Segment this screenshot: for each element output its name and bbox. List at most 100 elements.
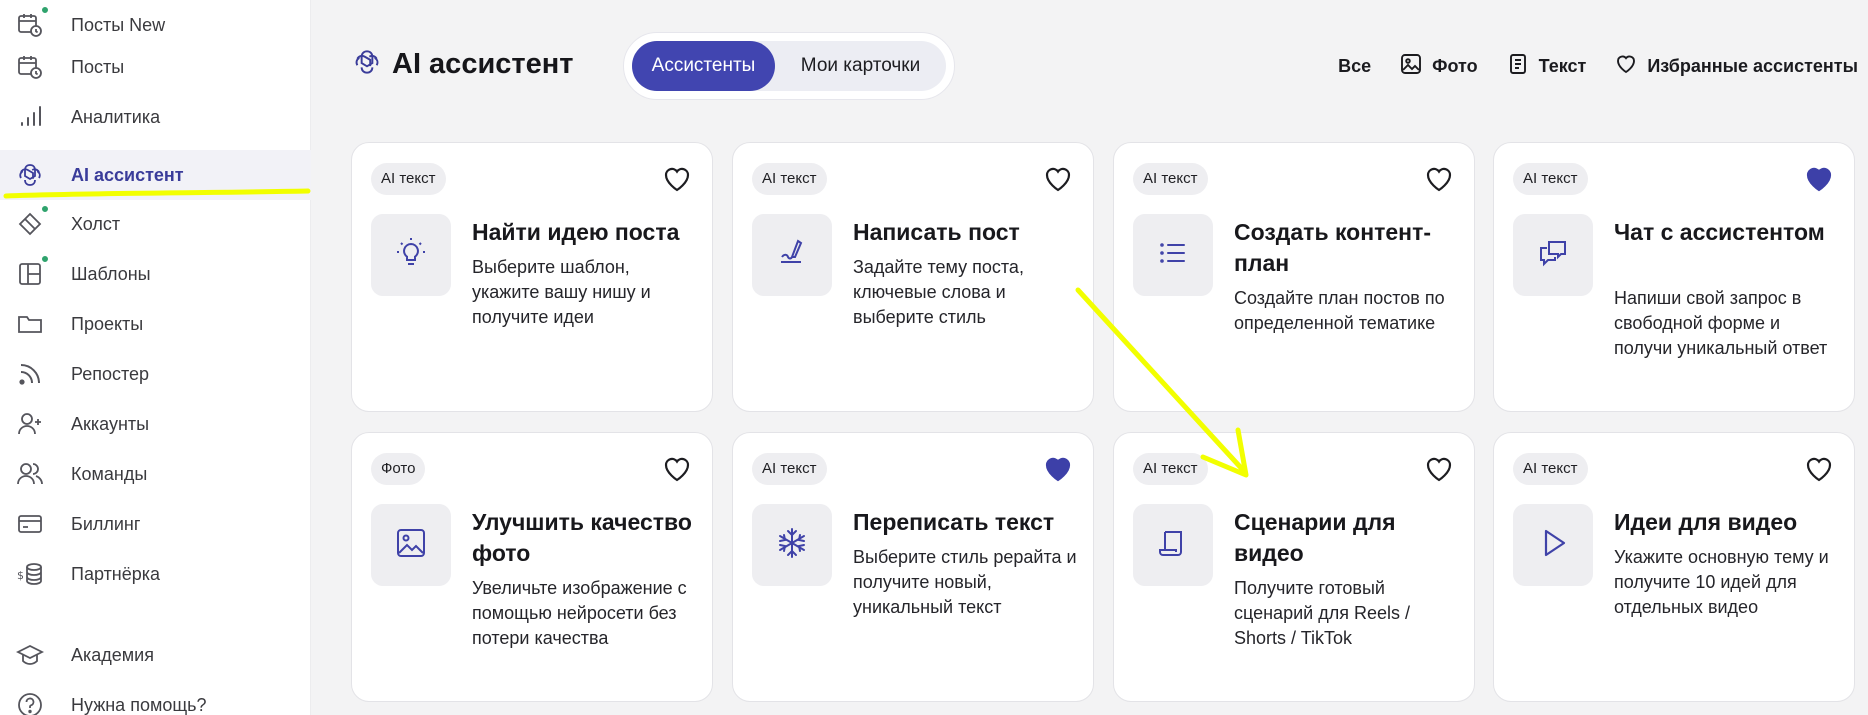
category-badge: AI текст xyxy=(1133,453,1208,485)
notification-dot xyxy=(40,204,50,214)
heart-icon[interactable] xyxy=(662,165,692,193)
sidebar-item-label: Академия xyxy=(71,644,154,665)
tab-my-cards[interactable]: Мои карточки xyxy=(775,41,946,91)
sidebar-item-label: Нужна помощь? xyxy=(71,694,207,715)
sidebar-item-label: Партнёрка xyxy=(71,563,161,584)
filter-photo[interactable]: Фото xyxy=(1399,52,1478,81)
page-title: AI ассистент xyxy=(392,48,574,80)
sidebar-item-partners[interactable]: $ Партнёрка xyxy=(0,549,311,599)
filter-bar: Все Фото Текст Избранные ассистенты xyxy=(1338,52,1858,81)
help-circle-icon xyxy=(15,690,45,715)
sidebar-item-label: Посты xyxy=(71,56,125,77)
heart-icon[interactable] xyxy=(1424,165,1454,193)
card-icon-box xyxy=(371,214,451,296)
heart-icon[interactable] xyxy=(1043,165,1073,193)
card-title: Написать пост xyxy=(853,219,1020,245)
card-icon-box xyxy=(752,504,832,586)
sidebar-item-accounts[interactable]: Аккаунты xyxy=(0,399,311,449)
card-icon-box xyxy=(752,214,832,296)
sidebar-item-label: Проекты xyxy=(71,313,144,334)
tabs-track: Ассистенты Мои карточки xyxy=(632,41,946,91)
card-description: Укажите основную тему и получите 10 идей… xyxy=(1614,547,1829,617)
sidebar-item-label: Шаблоны xyxy=(71,263,151,284)
sidebar-item-label: Биллинг xyxy=(71,513,141,534)
lightbulb-icon xyxy=(393,235,429,276)
category-badge: AI текст xyxy=(1513,163,1588,195)
folder-icon xyxy=(15,309,45,339)
page-header: AI ассистент xyxy=(352,47,573,82)
chat-bubbles-icon xyxy=(1535,235,1571,276)
heart-filled-icon[interactable] xyxy=(1043,455,1073,483)
category-badge: Фото xyxy=(371,453,426,485)
assistant-card[interactable]: AI текст Создать контент-план Создайте п… xyxy=(1113,142,1475,412)
credit-card-icon xyxy=(15,509,45,539)
heart-filled-icon[interactable] xyxy=(1804,165,1834,193)
sidebar-item-label: Аналитика xyxy=(71,106,161,127)
heart-icon[interactable] xyxy=(1424,455,1454,483)
filter-label: Фото xyxy=(1432,56,1478,76)
snowflake-icon xyxy=(774,525,810,566)
card-icon-box xyxy=(371,504,451,586)
card-title: Чат с ассистентом xyxy=(1614,219,1825,245)
category-badge: AI текст xyxy=(1133,163,1208,195)
assistant-card[interactable]: Фото Улучшить качество фото Увеличьте из… xyxy=(351,432,713,702)
card-title: Сценарии для видео xyxy=(1234,509,1396,566)
users-icon xyxy=(15,459,45,489)
canvas-icon xyxy=(15,209,45,239)
tab-assistants[interactable]: Ассистенты xyxy=(632,41,775,91)
sidebar-item-canvas[interactable]: Холст xyxy=(0,199,311,249)
card-description: Задайте тему поста, ключевые слова и выб… xyxy=(853,257,1024,327)
calendar-clock-icon xyxy=(15,52,45,82)
ai-swirl-icon xyxy=(15,160,45,190)
bar-chart-icon xyxy=(15,102,45,132)
sidebar-item-academy[interactable]: Академия xyxy=(0,630,311,680)
sidebar-item-templates[interactable]: Шаблоны xyxy=(0,249,311,299)
sidebar-item-reposter[interactable]: Репостер xyxy=(0,349,311,399)
dollar-coins-icon: $ xyxy=(15,559,45,589)
heart-icon[interactable] xyxy=(662,455,692,483)
sidebar-item-label: Посты New xyxy=(71,14,166,35)
card-title: Идеи для видео xyxy=(1614,509,1798,535)
category-badge: AI текст xyxy=(752,453,827,485)
sidebar-item-billing[interactable]: Биллинг xyxy=(0,499,311,549)
assistant-card[interactable]: AI текст Идеи для видео Укажите основную… xyxy=(1493,432,1855,702)
calendar-clock-icon xyxy=(15,10,45,40)
filter-label: Все xyxy=(1338,56,1372,76)
play-icon xyxy=(1535,525,1571,566)
sidebar-item-label: Репостер xyxy=(71,363,150,384)
card-description: Напиши свой запрос в свободной форме и п… xyxy=(1614,288,1828,358)
card-description: Увеличьте изображение с помощью нейросет… xyxy=(472,578,687,648)
card-description: Выберите шаблон, укажите вашу нишу и пол… xyxy=(472,257,651,327)
sidebar: Посты New Посты Аналитика AI ассистент Х… xyxy=(0,0,311,715)
category-badge: AI текст xyxy=(1513,453,1588,485)
user-plus-icon xyxy=(15,409,45,439)
category-badge: AI текст xyxy=(752,163,827,195)
card-title: Переписать текст xyxy=(853,509,1055,535)
filter-all[interactable]: Все xyxy=(1338,56,1371,77)
card-description: Выберите стиль рерайта и получите новый,… xyxy=(853,547,1077,617)
ai-swirl-icon xyxy=(352,47,382,82)
category-badge: AI текст xyxy=(371,163,446,195)
sidebar-item-teams[interactable]: Команды xyxy=(0,449,311,499)
assistant-card[interactable]: AI текст Переписать текст Выберите стиль… xyxy=(732,432,1094,702)
card-description: Создайте план постов по определенной тем… xyxy=(1234,288,1445,333)
heart-icon xyxy=(1614,52,1638,81)
assistant-card[interactable]: AI текст Написать пост Задайте тему пост… xyxy=(732,142,1094,412)
assistant-card[interactable]: AI текст Найти идею поста Выберите шабло… xyxy=(351,142,713,412)
filter-text[interactable]: Текст xyxy=(1506,52,1586,81)
sidebar-item-ai-assistant[interactable]: AI ассистент xyxy=(0,150,311,200)
sidebar-item-help[interactable]: Нужна помощь? xyxy=(0,680,311,715)
image-icon xyxy=(1399,52,1423,81)
sidebar-item-projects[interactable]: Проекты xyxy=(0,299,311,349)
sidebar-item-posts[interactable]: Посты xyxy=(0,42,311,92)
assistant-card[interactable]: AI текст Сценарии для видео Получите гот… xyxy=(1113,432,1475,702)
filter-favorites[interactable]: Избранные ассистенты xyxy=(1614,52,1858,81)
list-icon xyxy=(1155,235,1191,276)
card-icon-box xyxy=(1133,504,1213,586)
graduation-cap-icon xyxy=(15,640,45,670)
notification-dot xyxy=(40,5,50,15)
sidebar-item-analytics[interactable]: Аналитика xyxy=(0,92,311,142)
assistant-card[interactable]: AI текст Чат с ассистентом Напиши свой з… xyxy=(1493,142,1855,412)
heart-icon[interactable] xyxy=(1804,455,1834,483)
card-title: Улучшить качество фото xyxy=(472,509,692,566)
